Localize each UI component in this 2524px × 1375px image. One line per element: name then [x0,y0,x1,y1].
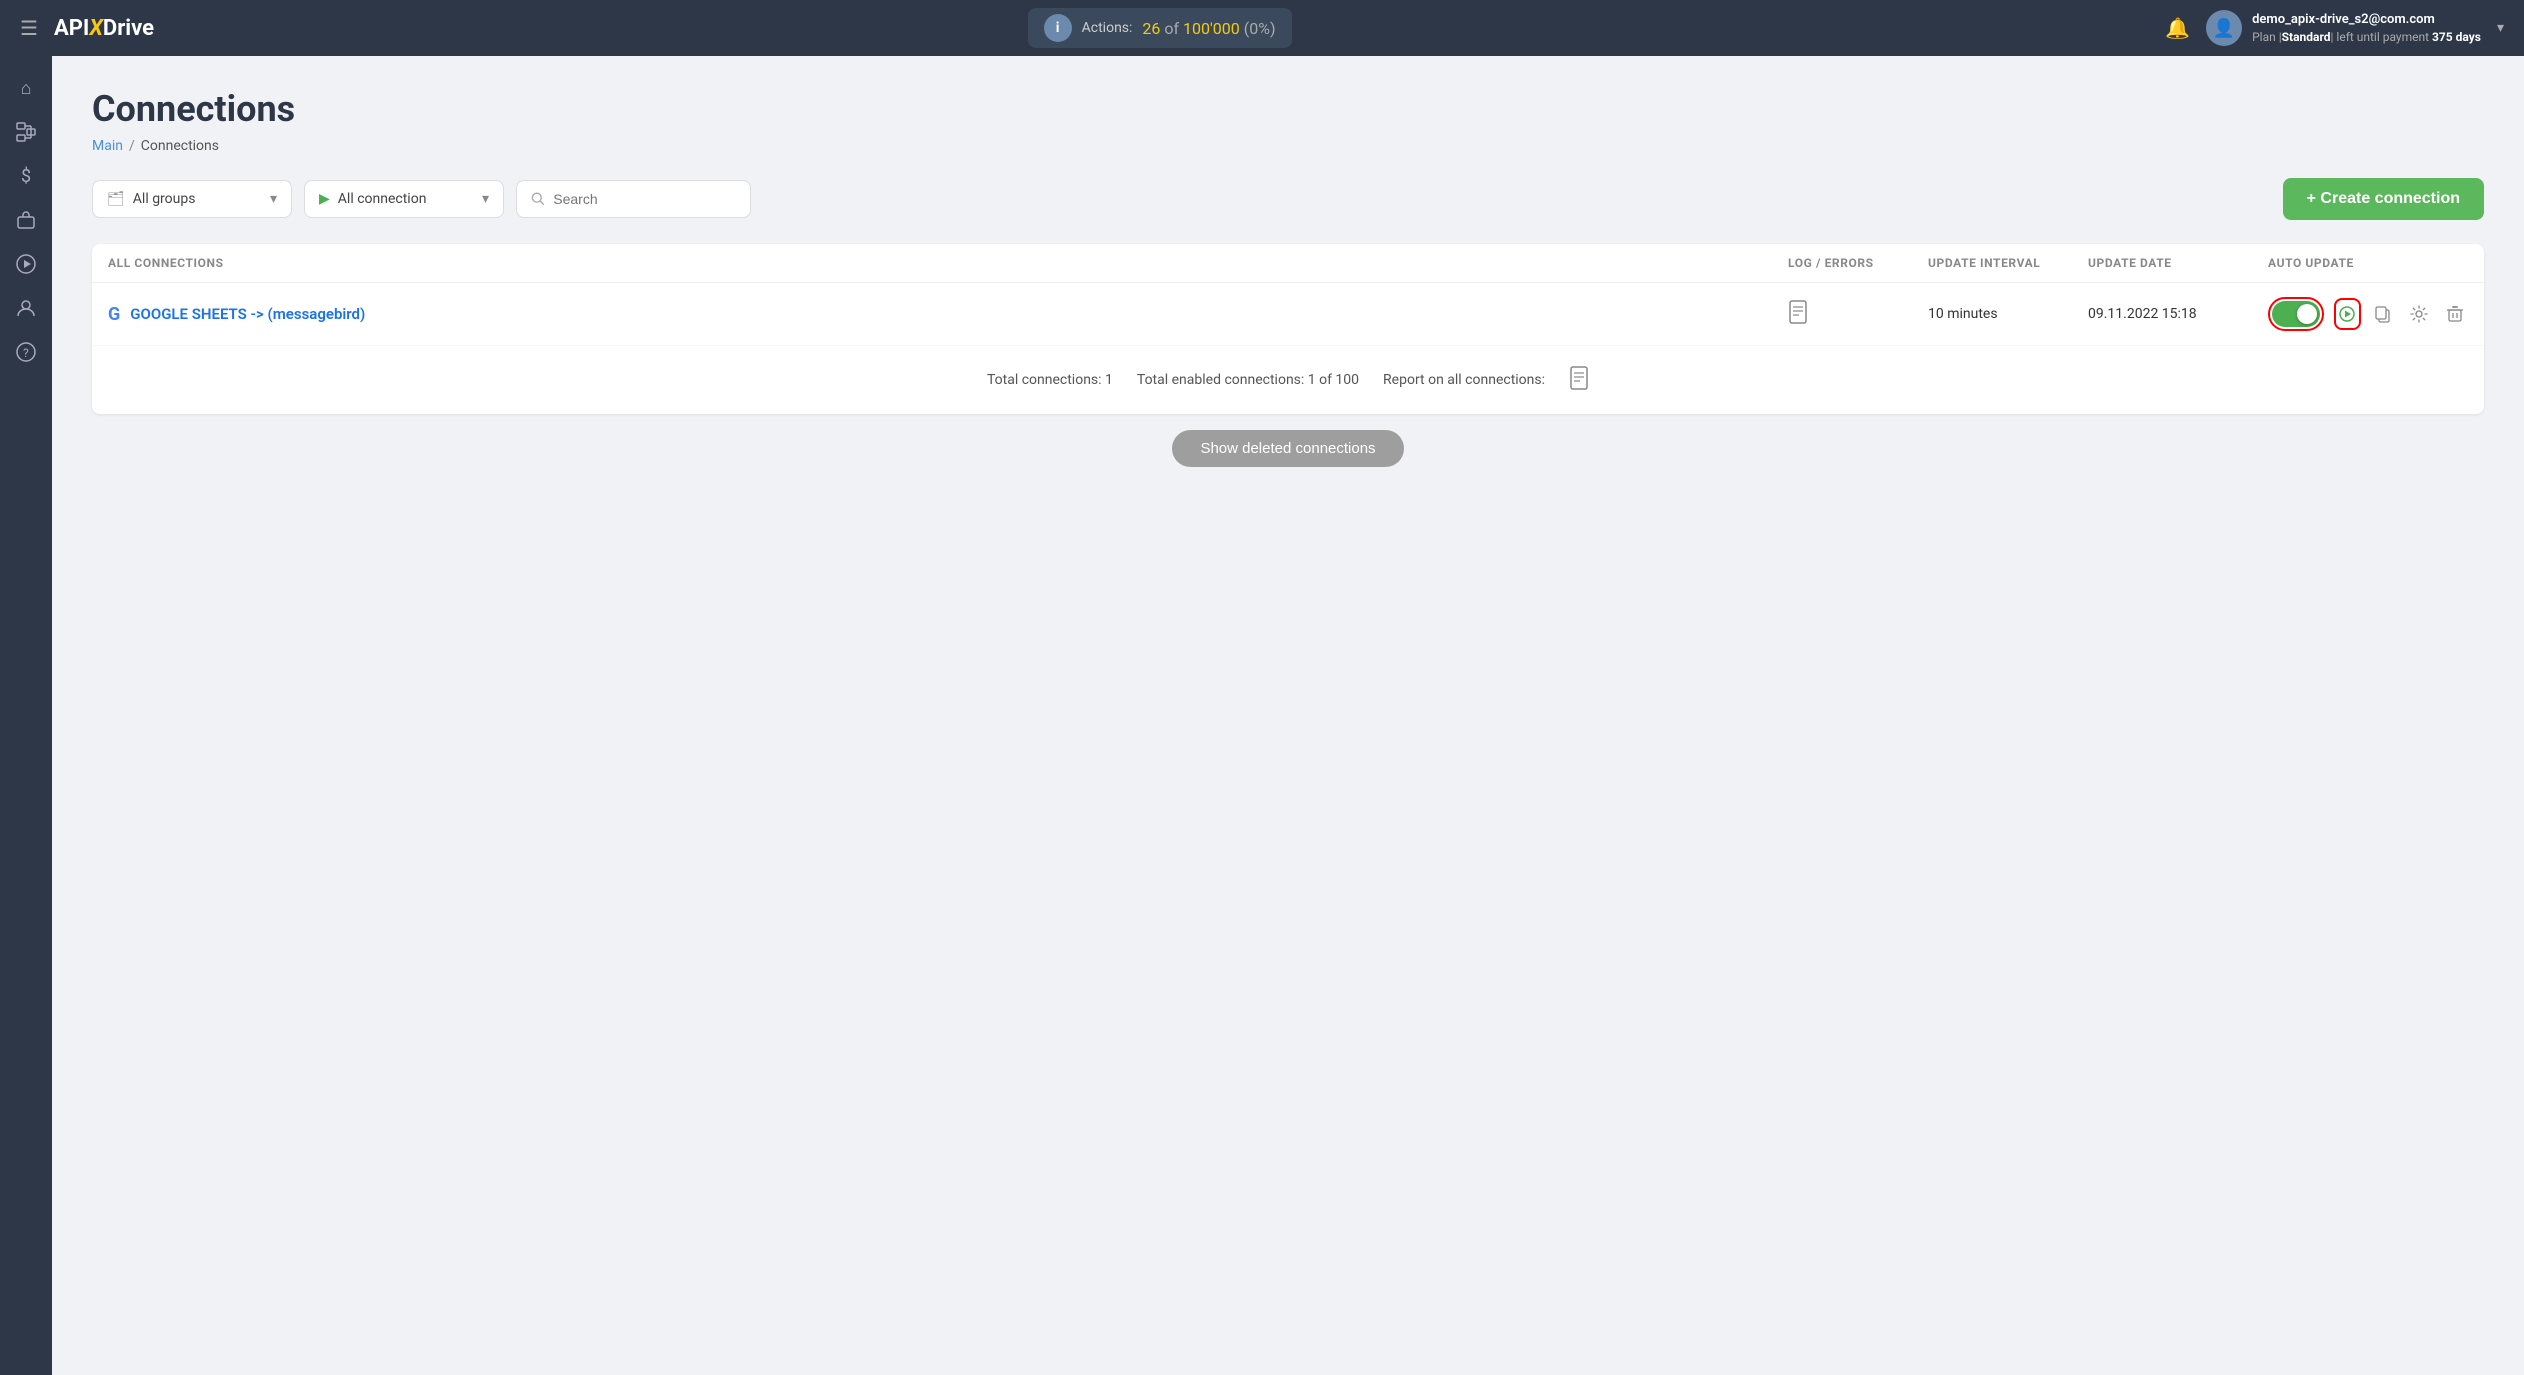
col-update-date: UPDATE DATE [2088,256,2268,270]
google-icon: G [108,304,120,325]
toggle-knob [2297,304,2317,324]
groups-filter[interactable]: 🗂 All groups ▾ [92,180,292,218]
summary-row: Total connections: 1 Total enabled conne… [92,346,2484,414]
col-update-interval: UPDATE INTERVAL [1928,256,2088,270]
topnav-right: 🔔 👤 demo_apix-drive_s2@com.com Plan |Sta… [2165,10,2504,46]
search-icon [531,191,545,207]
hamburger-menu[interactable]: ☰ [20,16,38,40]
connection-link[interactable]: GOOGLE SHEETS -> (messagebird) [130,305,365,323]
logo-drive: Drive [103,16,154,41]
user-avatar: 👤 [2206,10,2242,46]
total-connections: Total connections: 1 [987,372,1113,388]
sidebar-item-connections[interactable] [6,112,46,152]
groups-filter-label: All groups [133,191,196,207]
copy-button[interactable] [2371,298,2397,330]
report-label: Report on all connections: [1383,372,1545,388]
user-chevron-icon[interactable]: ▾ [2497,20,2504,36]
main-layout: ⌂ $ [0,56,2524,1375]
search-input[interactable] [553,191,736,207]
user-email: demo_apix-drive_s2@com.com [2252,11,2481,29]
bell-icon[interactable]: 🔔 [2165,16,2190,40]
show-deleted-button[interactable]: Show deleted connections [1172,430,1403,467]
user-area[interactable]: 👤 demo_apix-drive_s2@com.com Plan |Stand… [2206,10,2481,46]
auto-update-toggle[interactable] [2272,301,2320,327]
topnav: ☰ APIXDrive i Actions: 26 of 100'000 (0%… [0,0,2524,56]
auto-update-toggle-wrapper [2268,297,2324,331]
date-cell: 09.11.2022 15:18 [2088,306,2268,322]
info-icon: i [1044,14,1072,42]
run-button[interactable] [2334,298,2361,330]
sidebar-item-billing[interactable]: $ [6,156,46,196]
folder-icon: 🗂 [107,191,125,207]
actions-used: 26 of 100'000 (0%) [1142,19,1275,38]
groups-chevron-icon: ▾ [270,191,277,207]
actions-badge: i Actions: 26 of 100'000 (0%) [1028,8,1292,48]
breadcrumb-separator: / [129,138,135,154]
sidebar-item-play[interactable] [6,244,46,284]
play-circle-icon: ▶ [319,191,330,207]
user-info: demo_apix-drive_s2@com.com Plan |Standar… [2252,11,2481,46]
auto-update-cell [2268,297,2468,331]
connection-filter[interactable]: ▶ All connection ▾ [304,180,504,218]
sidebar-item-home[interactable]: ⌂ [6,68,46,108]
actions-label: Actions: [1082,20,1133,36]
sidebar: ⌂ $ [0,56,52,1375]
logo: APIXDrive [54,16,154,41]
sidebar-item-help[interactable]: ? [6,332,46,372]
search-box[interactable] [516,180,751,218]
col-auto-update: AUTO UPDATE [2268,256,2468,270]
log-cell [1788,300,1928,329]
sidebar-item-profile[interactable] [6,288,46,328]
user-plan: Plan |Standard| left until payment 375 d… [2252,29,2481,46]
page-title: Connections [92,88,2484,130]
delete-button[interactable] [2442,298,2468,330]
settings-button[interactable] [2406,298,2432,330]
col-log-errors: LOG / ERRORS [1788,256,1928,270]
connection-name[interactable]: G GOOGLE SHEETS -> (messagebird) [108,304,1788,325]
logo-x: X [89,16,103,41]
connections-table: ALL CONNECTIONS LOG / ERRORS UPDATE INTE… [92,244,2484,414]
filter-bar: 🗂 All groups ▾ ▶ All connection ▾ + Crea… [92,178,2484,220]
log-icon[interactable] [1788,308,1808,329]
connection-chevron-icon: ▾ [482,191,489,207]
sidebar-item-briefcase[interactable] [6,200,46,240]
table-row: G GOOGLE SHEETS -> (messagebird) [92,283,2484,346]
interval-cell: 10 minutes [1928,306,2088,322]
breadcrumb: Main / Connections [92,138,2484,154]
content-area: Connections Main / Connections 🗂 All gro… [52,56,2524,1375]
table-header: ALL CONNECTIONS LOG / ERRORS UPDATE INTE… [92,244,2484,283]
svg-text:?: ? [23,346,29,360]
col-all-connections: ALL CONNECTIONS [108,256,1788,270]
create-connection-button[interactable]: + Create connection [2283,178,2484,220]
logo-api: API [54,16,89,41]
breadcrumb-main[interactable]: Main [92,138,123,154]
total-enabled: Total enabled connections: 1 of 100 [1137,372,1359,388]
breadcrumb-current: Connections [141,138,219,154]
connection-filter-label: All connection [338,191,427,207]
report-icon[interactable] [1569,366,1589,394]
